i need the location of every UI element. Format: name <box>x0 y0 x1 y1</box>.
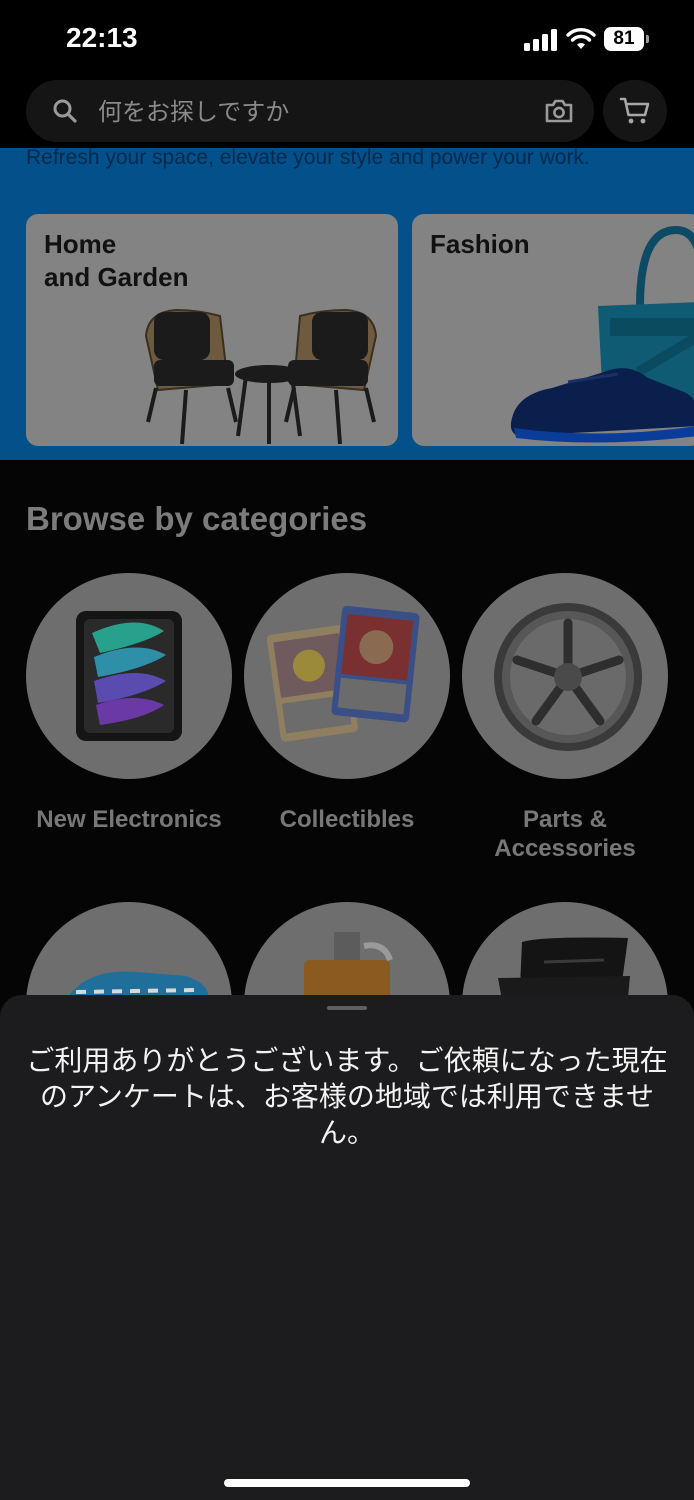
patio-furniture-image <box>144 308 378 445</box>
battery-icon: 81 <box>604 27 649 51</box>
battery-level: 81 <box>613 28 635 49</box>
survey-unavailable-message: ご利用ありがとうございます。ご依頼になった現在のアンケートは、お客様の地域では利… <box>26 1044 668 1149</box>
cart-icon <box>619 97 650 124</box>
bottom-sheet: ご利用ありがとうございます。ご依頼になった現在のアンケートは、お客様の地域では利… <box>0 995 694 1500</box>
fashion-card[interactable]: Fashion <box>412 214 694 446</box>
category-parts-accessories[interactable]: Parts & Accessories <box>462 573 668 863</box>
trading-cards-image <box>266 605 420 742</box>
home-garden-title: Home and Garden <box>44 229 189 292</box>
handbag-sneaker-image <box>510 225 694 443</box>
home-indicator[interactable] <box>224 1479 470 1487</box>
promo-banner: Refresh your space, elevate your style a… <box>0 146 694 460</box>
search-icon <box>53 99 77 123</box>
search-bar[interactable] <box>26 80 594 144</box>
camera-icon[interactable] <box>544 97 574 125</box>
category-image-wheel <box>462 573 668 779</box>
tablet-image <box>76 611 182 741</box>
promo-tagline: Refresh your space, elevate your style a… <box>26 146 590 169</box>
sheet-drag-handle[interactable] <box>327 1006 367 1010</box>
app-screen: 22:13 81 何をお探しですか Refresh your space, el… <box>0 0 694 1500</box>
category-collectibles[interactable]: Collectibles <box>244 573 450 834</box>
wifi-icon <box>566 28 596 49</box>
header <box>0 78 694 148</box>
signal-icon <box>524 29 557 51</box>
category-image-tablet <box>26 573 232 779</box>
cart-button[interactable] <box>603 80 667 142</box>
search-input[interactable] <box>96 80 520 144</box>
category-label: Collectibles <box>279 806 415 833</box>
wheel-rim-image <box>494 603 642 751</box>
category-label: Parts & Accessories <box>494 806 636 862</box>
category-image-cards <box>244 573 450 779</box>
category-label: New Electronics <box>36 806 222 833</box>
category-new-electronics[interactable]: New Electronics <box>26 573 232 834</box>
status-time: 22:13 <box>66 22 138 53</box>
browse-categories-title: Browse by categories <box>26 500 368 537</box>
status-bar: 22:13 81 <box>0 0 694 78</box>
home-garden-card[interactable]: Home and Garden <box>26 214 398 446</box>
